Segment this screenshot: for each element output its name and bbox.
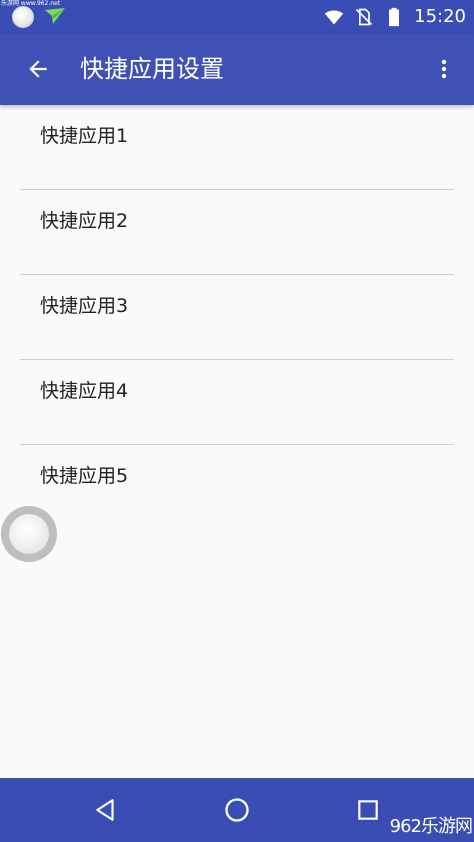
more-options-button[interactable] [422,47,466,91]
list-item-label: 快捷应用1 [40,125,129,147]
shortcut-app-list: 快捷应用1 快捷应用2 快捷应用3 快捷应用4 快捷应用5 [0,105,474,530]
wifi-icon [324,10,344,24]
paper-plane-icon [45,8,65,24]
nav-recent-button[interactable] [346,788,390,832]
list-item-label: 快捷应用4 [40,380,129,402]
back-triangle-icon [96,799,114,821]
list-item-shortcut-5[interactable]: 快捷应用5 [20,445,454,530]
back-button[interactable] [16,47,60,91]
list-item-shortcut-2[interactable]: 快捷应用2 [20,190,454,275]
floating-assistive-button[interactable] [1,506,57,562]
status-watermark: 乐游网 www.962.net [1,0,61,7]
battery-icon [389,7,400,26]
list-item-label: 快捷应用2 [40,210,129,232]
assistive-touch-icon [9,514,49,554]
status-time: 15:20 [414,6,466,27]
list-item-label: 快捷应用3 [40,295,129,317]
status-bar: 乐游网 www.962.net 15:20 [0,0,474,33]
site-watermark: 962乐游网 [389,816,473,837]
list-item-shortcut-1[interactable]: 快捷应用1 [20,105,454,190]
home-circle-icon [225,798,249,822]
status-bar-right: 15:20 [324,0,466,33]
floating-dot-icon [12,6,34,28]
app-bar: 快捷应用设置 [0,33,474,105]
nav-home-button[interactable] [215,788,259,832]
list-item-shortcut-4[interactable]: 快捷应用4 [20,360,454,445]
nav-back-button[interactable] [84,788,128,832]
list-item-label: 快捷应用5 [40,465,129,487]
page-title: 快捷应用设置 [80,55,224,83]
recent-square-icon [358,800,378,820]
no-sim-icon [356,8,373,25]
more-vert-icon [441,59,447,79]
arrow-left-icon [29,60,47,78]
navigation-bar: 962乐游网 [0,778,474,842]
list-item-shortcut-3[interactable]: 快捷应用3 [20,275,454,360]
